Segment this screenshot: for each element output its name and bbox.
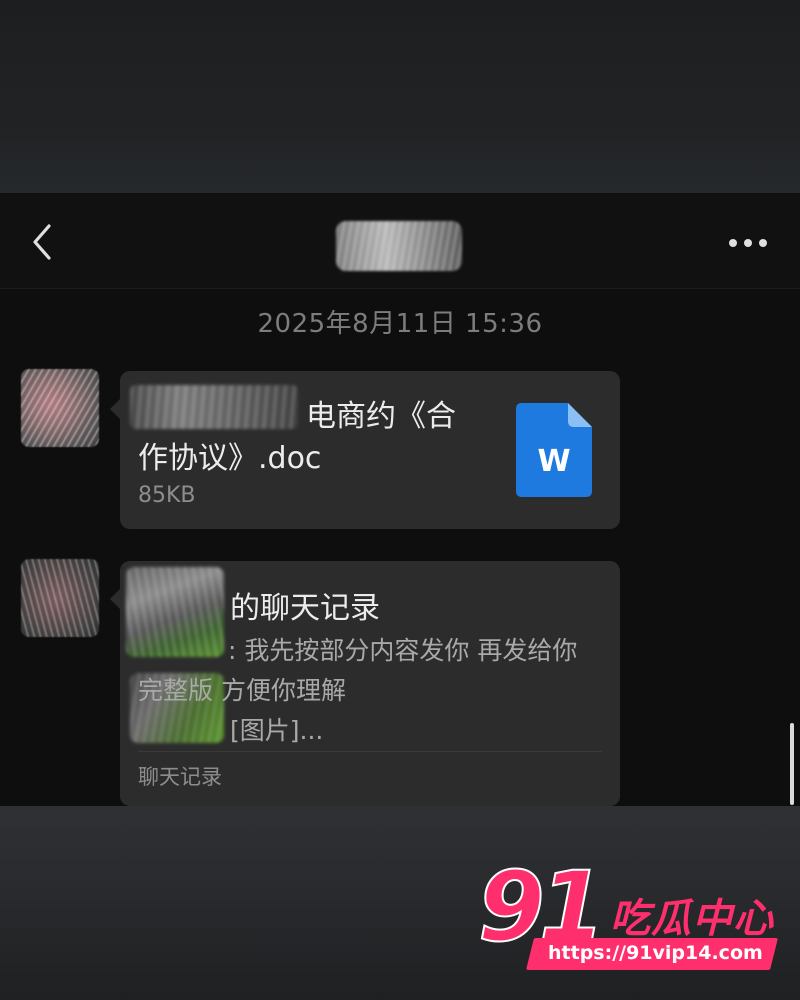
word-icon-letter: W (537, 444, 570, 479)
chat-record-bubble[interactable]: 的聊天记录 : 我先按部分内容发你 再发给你 完整版 方便你理解 [图片]...… (110, 561, 620, 806)
watermark-title: 吃瓜中心 (610, 896, 774, 942)
file-name-redacted (130, 385, 298, 429)
more-options-button[interactable] (718, 223, 778, 263)
file-message-bubble[interactable]: 电商约《合 作协议》.doc 85KB W (110, 371, 620, 529)
more-dots-icon (729, 239, 767, 247)
word-document-icon: W (516, 403, 592, 497)
watermark-logo-text: 91 (478, 860, 600, 950)
chat-record-title: 的聊天记录 (230, 591, 380, 626)
background-top (0, 0, 800, 193)
chat-title-redacted (336, 221, 462, 271)
scrollbar[interactable] (790, 723, 794, 805)
file-size: 85KB (138, 483, 196, 508)
file-name-line-1: 电商约《合 (306, 399, 456, 434)
chat-navbar (0, 193, 800, 289)
site-watermark: 91 吃瓜中心 https://91vip14.com (476, 860, 780, 980)
watermark-url: https://91vip14.com (548, 942, 763, 964)
message-timestamp: 2025年8月11日 15:36 (257, 309, 543, 339)
chat-record-line: [图片]... (230, 716, 324, 745)
sender-avatar[interactable] (21, 369, 99, 447)
chevron-left-icon (33, 224, 51, 260)
watermark-logo: 91 (478, 860, 604, 950)
file-name-line-2: 作协议》.doc (138, 441, 322, 476)
chat-screen: 2025年8月11日 15:36 电商约《合 作协议》.doc 85KB W 的… (0, 193, 800, 806)
chat-record-line: : 我先按部分内容发你 再发给你 (228, 636, 578, 665)
chat-record-line: 完整版 方便你理解 (138, 676, 346, 705)
record-sender-redacted (126, 567, 224, 657)
back-button[interactable] (22, 219, 62, 265)
chat-record-footer: 聊天记录 (138, 765, 222, 789)
sender-avatar[interactable] (21, 559, 99, 637)
divider (138, 751, 602, 752)
